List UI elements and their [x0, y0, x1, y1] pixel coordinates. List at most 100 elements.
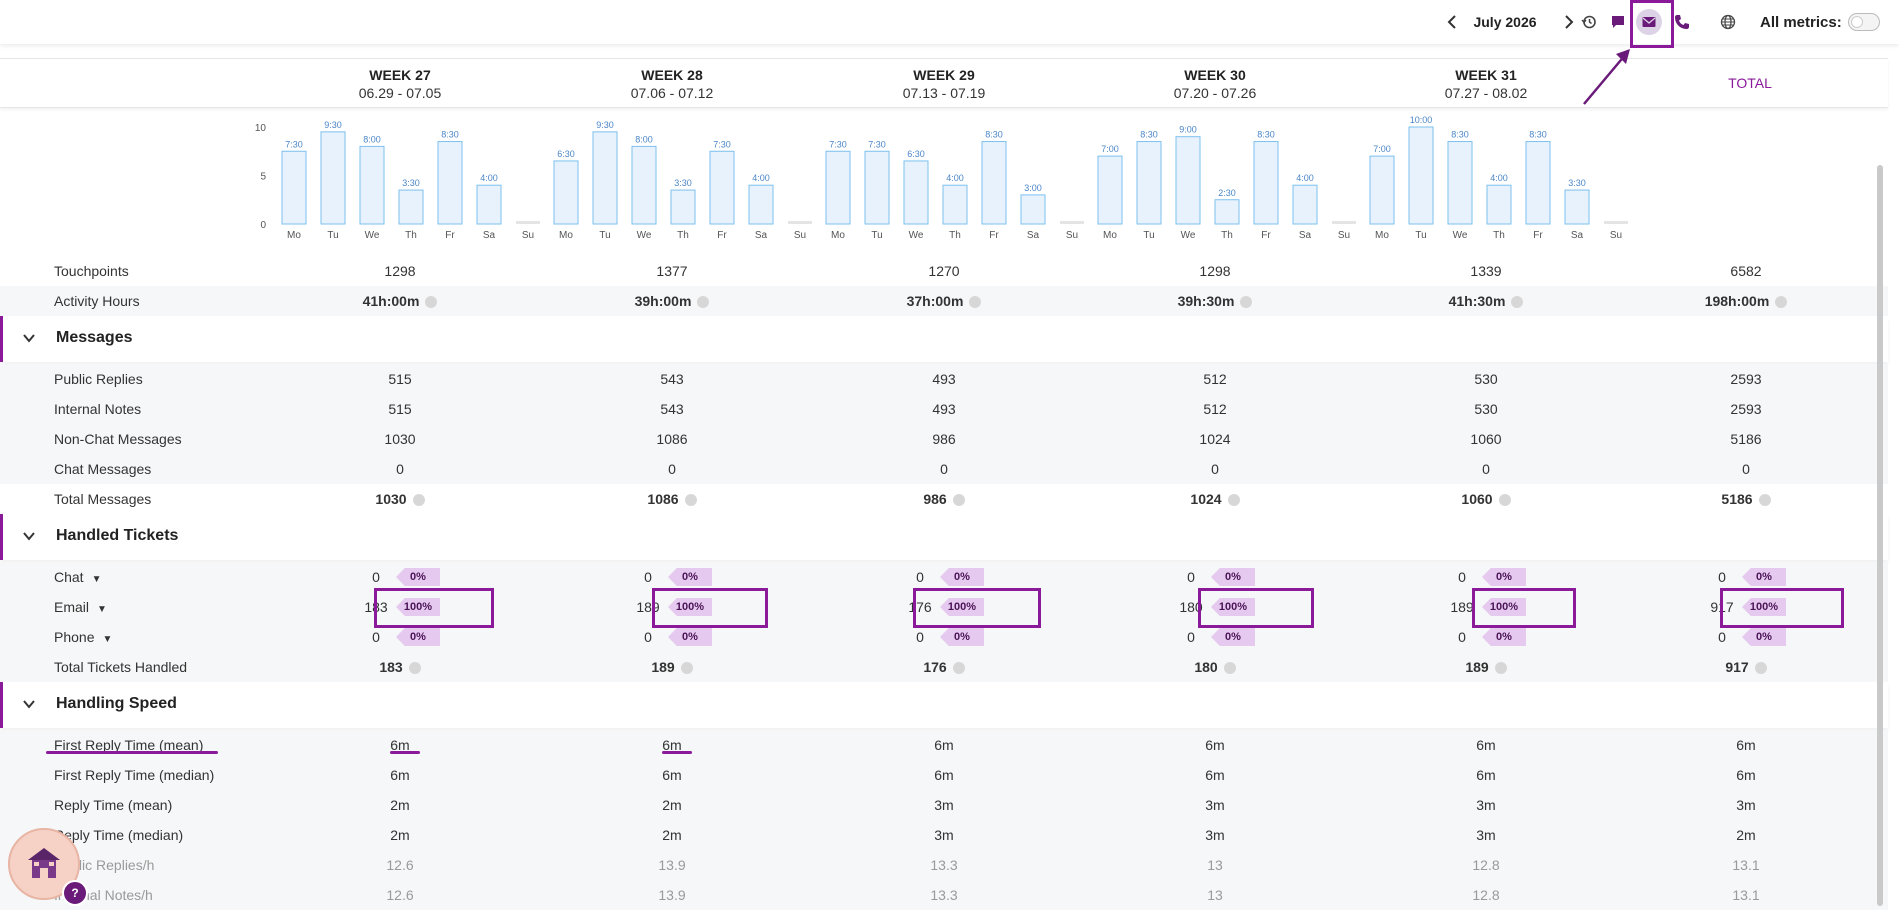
pie-chart-icon[interactable]: [680, 662, 693, 675]
pie-chart-icon[interactable]: [408, 662, 421, 675]
value-text: 12.6: [386, 857, 414, 873]
value-text: 41h:30m: [1448, 293, 1506, 309]
row-value: 39h:00m: [612, 293, 732, 309]
bar-value-label: 8:00: [635, 134, 653, 144]
row-value: 6m: [1426, 737, 1546, 753]
pie-chart-icon[interactable]: [1223, 662, 1236, 675]
value-text: 2m: [390, 797, 410, 813]
value-text: 986: [923, 491, 947, 507]
week-column-header: WEEK 31 07.27 - 08.02: [1396, 67, 1576, 101]
row-value: 2m: [612, 827, 732, 843]
pie-chart-icon[interactable]: [697, 296, 710, 309]
pie-chart-icon[interactable]: [1227, 494, 1240, 507]
chart-bar: [320, 131, 346, 225]
value-text: 3m: [934, 797, 954, 813]
chart-bar: [1486, 184, 1512, 225]
row-label-text: Activity Hours: [54, 293, 140, 309]
row-value: 515: [340, 371, 460, 387]
chevron-down-icon[interactable]: [23, 528, 35, 544]
day-tick-label: Mo: [1103, 230, 1117, 241]
chart-bar: [1408, 126, 1434, 225]
chat-icon[interactable]: [1607, 10, 1629, 34]
value-text: 0: [644, 569, 652, 585]
row-value: 530: [1426, 401, 1546, 417]
chevron-right-icon[interactable]: [1560, 10, 1578, 34]
chevron-down-icon[interactable]: [23, 696, 35, 712]
month-label: July 2026: [1473, 14, 1537, 30]
row-value: 1030: [340, 491, 460, 507]
pie-chart-icon[interactable]: [1758, 494, 1771, 507]
bar-value-label: 2:30: [1218, 188, 1236, 198]
row-value: 176: [884, 659, 1004, 675]
day-tick-label: Mo: [287, 230, 301, 241]
row-value: 5186: [1686, 431, 1806, 447]
row-value: 37h:00m: [884, 293, 1004, 309]
pie-chart-icon[interactable]: [952, 494, 965, 507]
highlight-box: [374, 588, 494, 628]
row-value: 3m: [1155, 797, 1275, 813]
caret-down-icon[interactable]: ▼: [97, 604, 107, 615]
pie-chart-icon[interactable]: [684, 494, 697, 507]
week-title: WEEK 29: [913, 67, 975, 83]
speed-row: First Reply Time (median) 6m 6m 6m 6m 6m 6m: [0, 760, 1888, 790]
pie-chart-icon[interactable]: [1494, 662, 1507, 675]
row-value: 0: [884, 461, 1004, 477]
pie-chart-icon[interactable]: [1754, 662, 1767, 675]
chart-bar: [1097, 155, 1123, 225]
pie-chart-icon[interactable]: [1775, 296, 1788, 309]
row-value: 6m: [1426, 767, 1546, 783]
section-handled-tickets[interactable]: Handled Tickets: [0, 514, 1888, 560]
pie-chart-icon[interactable]: [969, 296, 982, 309]
caret-down-icon[interactable]: ▼: [92, 574, 102, 585]
history-icon[interactable]: [1578, 10, 1600, 34]
value-text: 13.3: [930, 857, 958, 873]
globe-icon[interactable]: [1717, 10, 1739, 34]
table-row: Public Replies 515 543 493 512 530 2593: [0, 364, 1888, 394]
bar-value-label: 3:30: [674, 178, 692, 188]
day-tick-label: Mo: [559, 230, 573, 241]
day-tick-label: Su: [1610, 230, 1622, 241]
value-text: 0: [1718, 569, 1726, 585]
day-tick-label: Fr: [989, 230, 999, 241]
row-label-text: Public Replies: [54, 371, 143, 387]
pie-chart-icon[interactable]: [1240, 296, 1253, 309]
bar-value-label: 6:30: [557, 149, 575, 159]
value-text: 1030: [375, 491, 407, 507]
row-value: 6m: [884, 767, 1004, 783]
chevron-down-icon[interactable]: [23, 330, 35, 346]
row-value: 3m: [1426, 797, 1546, 813]
help-badge[interactable]: ?: [62, 880, 88, 906]
phone-icon[interactable]: [1671, 10, 1693, 34]
pie-chart-icon[interactable]: [952, 662, 965, 675]
value-text: 3m: [1205, 797, 1225, 813]
row-value: 2593: [1686, 401, 1806, 417]
row-label: Email ▼: [54, 599, 107, 615]
chart-bar: [1604, 221, 1628, 224]
value-text: 543: [660, 401, 684, 417]
chevron-left-icon[interactable]: [1443, 10, 1461, 34]
value-text: 0: [1482, 461, 1490, 477]
pie-chart-icon[interactable]: [1498, 494, 1511, 507]
value-text: 3m: [1205, 827, 1225, 843]
day-tick-label: We: [1453, 230, 1468, 241]
scrollbar[interactable]: [1877, 165, 1883, 906]
highlight-box: [913, 588, 1041, 628]
pie-chart-icon[interactable]: [425, 296, 438, 309]
caret-down-icon[interactable]: ▼: [102, 634, 112, 645]
value-text: 6582: [1730, 263, 1762, 279]
value-text: 6m: [934, 767, 954, 783]
pie-chart-icon[interactable]: [1511, 296, 1524, 309]
section-messages[interactable]: Messages: [0, 316, 1888, 362]
day-tick-label: Tu: [1415, 230, 1426, 241]
row-value: 5186: [1686, 491, 1806, 507]
all-metrics-toggle[interactable]: All metrics:: [1760, 10, 1890, 34]
toggle-switch[interactable]: [1847, 13, 1880, 31]
percent-badge: 0%: [396, 628, 440, 646]
row-label: Reply Time (mean): [54, 797, 172, 813]
pie-chart-icon[interactable]: [412, 494, 425, 507]
highlight-box: [652, 588, 768, 628]
row-value: 6m: [1686, 767, 1806, 783]
section-handling-speed[interactable]: Handling Speed: [0, 682, 1888, 728]
percent-badge: 0%: [940, 568, 984, 586]
week-title: WEEK 27: [369, 67, 431, 83]
